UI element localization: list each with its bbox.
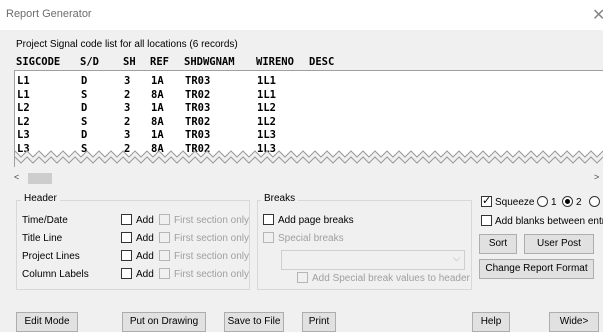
report-subtitle: Project Signal code list for all locatio… (16, 39, 238, 50)
horizontal-scrollbar[interactable]: < > (14, 171, 603, 186)
report-cell: D (81, 75, 88, 87)
chevron-down-icon[interactable]: ⌵ (453, 253, 460, 264)
report-cell: L2 (17, 102, 30, 114)
special-breaks-checkbox[interactable] (263, 232, 274, 243)
title-line-first-label: First section only (174, 233, 250, 244)
report-cell: D (81, 102, 88, 114)
close-icon[interactable]: ✕ (592, 5, 603, 25)
time-date-add-label: Add (136, 215, 154, 226)
squeeze-level-1-radio[interactable] (537, 196, 548, 207)
column-labels-first-checkbox[interactable] (159, 268, 170, 279)
title-line-add-label: Add (136, 233, 154, 244)
sort-button[interactable]: Sort (479, 234, 517, 254)
column-header: DESC (309, 56, 335, 68)
add-page-breaks-label: Add page breaks (278, 215, 354, 226)
column-header: SHDWGNAM (184, 56, 235, 68)
time-date-first-checkbox[interactable] (159, 214, 170, 225)
column-labels-first-label: First section only (174, 269, 250, 280)
title-line-label: Title Line (22, 233, 63, 244)
add-blanks-label: Add blanks between entrie (495, 216, 603, 227)
special-breaks-combo[interactable]: ⌵ (281, 250, 465, 270)
scroll-right-icon[interactable]: > (594, 172, 599, 182)
report-cell: 1A (151, 102, 164, 114)
column-header: WIRENO (256, 56, 294, 68)
project-lines-add-checkbox[interactable] (121, 250, 132, 261)
print-button[interactable]: Print (302, 312, 336, 332)
report-cell: 3 (124, 75, 131, 87)
torn-edge-icon (15, 150, 603, 167)
column-header: S/D (80, 56, 99, 68)
time-date-add-checkbox[interactable] (121, 214, 132, 225)
report-cell: D (81, 129, 88, 141)
edit-mode-button[interactable]: Edit Mode (16, 312, 78, 332)
column-labels-add-label: Add (136, 269, 154, 280)
squeeze-label: Squeeze (495, 197, 535, 208)
add-special-values-checkbox[interactable] (297, 272, 308, 283)
change-report-format-button[interactable]: Change Report Format (479, 259, 594, 279)
report-cell: 3 (124, 129, 131, 141)
time-date-label: Time/Date (22, 215, 68, 226)
report-cell: TR03 (185, 102, 211, 114)
squeeze-level-2-label: 2 (576, 197, 582, 208)
report-cell: L1 (17, 88, 30, 101)
breaks-group-label: Breaks (261, 193, 299, 204)
report-text-area[interactable]: L1 D 3 1A TR03 1L1 L1 S 2 8A TR02 1L1 L2 D 3 1A TR03 1L2 L… (14, 70, 603, 167)
squeeze-level-2-radio[interactable] (562, 196, 573, 207)
report-cell: 1L1 (257, 88, 276, 101)
wide-button[interactable]: Wide> (549, 312, 599, 332)
project-lines-first-label: First section only (174, 251, 250, 262)
add-blanks-checkbox[interactable] (481, 215, 492, 226)
squeeze-level-3-radio[interactable] (589, 196, 600, 207)
report-cell: 2 (124, 88, 131, 101)
report-cell: 1L1 (257, 75, 276, 87)
column-labels-add-checkbox[interactable] (121, 268, 132, 279)
help-button[interactable]: Help (472, 312, 510, 332)
report-cell: 1L2 (257, 115, 276, 128)
title-line-first-checkbox[interactable] (159, 232, 170, 243)
title-bar: Report Generator ✕ (0, 0, 603, 30)
report-cell: 3 (124, 102, 131, 114)
report-cell: 1L3 (257, 129, 276, 141)
squeeze-level-1-label: 1 (551, 197, 557, 208)
put-on-drawing-button[interactable]: Put on Drawing (122, 312, 206, 332)
report-cell: 1L2 (257, 102, 276, 114)
report-cell: S (81, 88, 88, 101)
project-lines-first-checkbox[interactable] (159, 250, 170, 261)
column-labels-label: Column Labels (22, 269, 89, 280)
title-line-add-checkbox[interactable] (121, 232, 132, 243)
column-header: REF (150, 56, 169, 68)
report-cell: 8A (151, 88, 164, 101)
report-cell: 8A (151, 115, 164, 128)
report-cell: 1A (151, 75, 164, 87)
scroll-left-icon[interactable]: < (14, 172, 19, 182)
scroll-thumb[interactable] (28, 173, 52, 184)
report-cell: 1A (151, 129, 164, 141)
add-page-breaks-checkbox[interactable] (263, 214, 274, 225)
add-special-values-label: Add Special break values to header (312, 273, 470, 284)
column-header: SIGCODE (16, 56, 61, 68)
report-cell: 2 (124, 115, 131, 128)
report-cell: TR02 (185, 88, 211, 101)
column-header: SH (123, 56, 136, 68)
project-lines-label: Project Lines (22, 251, 80, 262)
squeeze-checkbox[interactable] (481, 194, 492, 207)
report-cell: S (81, 115, 88, 128)
project-lines-add-label: Add (136, 251, 154, 262)
report-cell: L1 (17, 75, 30, 87)
special-breaks-label: Special breaks (278, 233, 344, 244)
report-cell: L2 (17, 115, 30, 128)
report-cell: L3 (17, 129, 30, 141)
time-date-first-label: First section only (174, 215, 250, 226)
user-post-button[interactable]: User Post (524, 234, 594, 254)
header-group-label: Header (21, 193, 60, 204)
report-cell: TR03 (185, 75, 211, 87)
report-cell: TR03 (185, 129, 211, 141)
report-cell: TR02 (185, 115, 211, 128)
save-to-file-button[interactable]: Save to File (224, 312, 284, 332)
window-title: Report Generator (6, 8, 92, 20)
